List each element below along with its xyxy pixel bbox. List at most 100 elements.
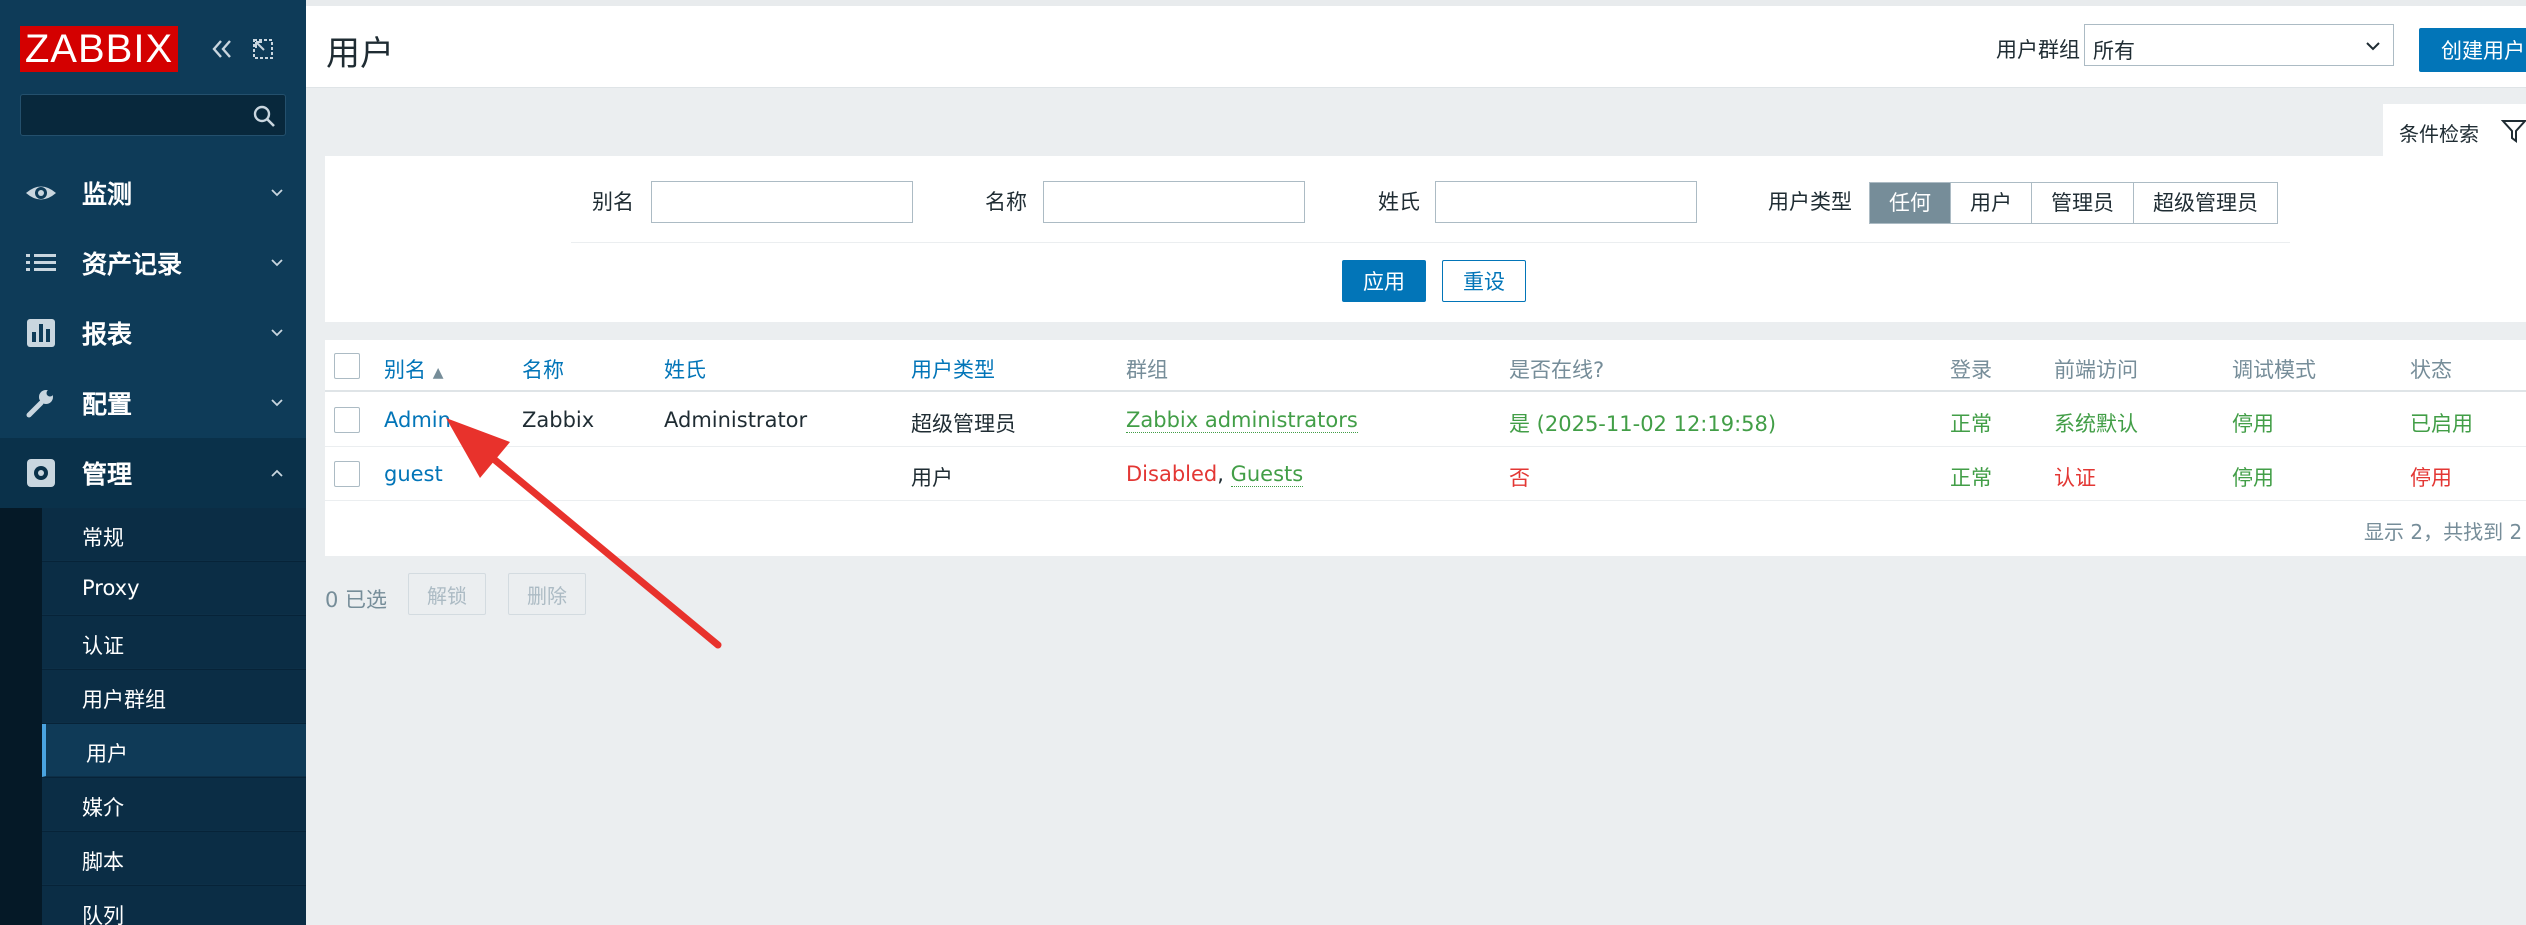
submenu-item-label: 媒介 <box>82 796 124 820</box>
col-status-header: 状态 <box>2410 358 2452 382</box>
user-group-link[interactable]: Zabbix administrators <box>1126 408 1358 433</box>
submenu-item-label: 队列 <box>82 904 124 925</box>
user-type-option-super-admin[interactable]: 超级管理员 <box>2134 183 2277 223</box>
col-type-header[interactable]: 用户类型 <box>911 354 995 384</box>
submenu-item-label: 用户群组 <box>82 688 166 712</box>
submenu-item-scripts[interactable]: 脚本 <box>42 832 306 885</box>
user-alias-link[interactable]: Admin <box>384 408 451 432</box>
submenu-item-media-types[interactable]: 媒介 <box>42 778 306 831</box>
name-filter-input[interactable] <box>1043 181 1305 223</box>
user-groups-cell: Disabled, Guests <box>1126 462 1304 487</box>
submenu-item-label: 认证 <box>82 634 124 658</box>
login-status: 正常 <box>1950 466 1992 490</box>
col-alias-header[interactable]: 别名 ▲ <box>384 354 443 384</box>
user-type-option-user[interactable]: 用户 <box>1951 183 2032 223</box>
table-row: Admin Zabbix Administrator 超级管理员 Zabbix … <box>325 393 2526 447</box>
user-group-select[interactable]: 所有 <box>2084 24 2394 66</box>
delete-button[interactable]: 删除 <box>508 573 586 615</box>
col-login-header: 登录 <box>1950 358 1992 382</box>
row-checkbox[interactable] <box>334 461 360 487</box>
user-status[interactable]: 已启用 <box>2410 408 2473 438</box>
row-checkbox[interactable] <box>334 407 360 433</box>
user-group-link[interactable]: Guests <box>1230 462 1304 487</box>
search-input[interactable] <box>21 95 241 135</box>
debug-mode[interactable]: 停用 <box>2232 408 2274 438</box>
select-all-checkbox[interactable] <box>334 353 360 379</box>
debug-mode[interactable]: 停用 <box>2232 462 2274 492</box>
col-name-header[interactable]: 名称 <box>522 354 564 384</box>
reset-button[interactable]: 重设 <box>1442 260 1526 302</box>
filter-tab[interactable]: 条件检索 <box>2383 104 2526 158</box>
table-summary: 显示 2，共找到 2 <box>2364 520 2523 544</box>
submenu-item-label: 常规 <box>82 526 124 550</box>
menu-item-monitoring[interactable]: 监测 <box>0 158 306 228</box>
col-debug-header: 调试模式 <box>2232 358 2316 382</box>
menu-item-reports[interactable]: 报表 <box>0 298 306 368</box>
submenu-item-users[interactable]: 用户 <box>42 724 306 777</box>
filter-icon <box>2501 120 2526 143</box>
submenu-item-authentication[interactable]: 认证 <box>42 616 306 669</box>
alias-filter-input[interactable] <box>651 181 913 223</box>
chevron-down-icon <box>271 399 283 407</box>
submenu-item-proxy[interactable]: Proxy <box>42 562 306 615</box>
user-type-option-admin[interactable]: 管理员 <box>2032 183 2134 223</box>
menu-item-label: 报表 <box>82 320 133 349</box>
frontend-access[interactable]: 认证 <box>2054 462 2096 492</box>
menu-item-label: 管理 <box>82 460 133 489</box>
kiosk-mode-icon[interactable] <box>250 36 276 62</box>
users-table: 别名 ▲ 名称 姓氏 用户类型 群组 是否在线? 登录 前端访问 调试模式 状态… <box>325 340 2526 556</box>
col-alias-label: 别名 <box>384 358 426 382</box>
eye-icon <box>26 186 56 200</box>
group-separator: , <box>1217 462 1231 486</box>
sidebar-search <box>20 94 286 136</box>
submenu-item-user-groups[interactable]: 用户群组 <box>42 670 306 723</box>
user-status[interactable]: 停用 <box>2410 462 2452 492</box>
collapse-sidebar-icon[interactable] <box>207 34 237 64</box>
user-type-option-any[interactable]: 任何 <box>1870 183 1951 223</box>
chevron-down-icon <box>271 259 283 267</box>
menu-item-administration[interactable]: 管理 <box>0 438 306 508</box>
col-frontend-header: 前端访问 <box>2054 358 2138 382</box>
alias-filter-label: 别名 <box>592 190 634 214</box>
submenu-item-general[interactable]: 常规 <box>42 508 306 561</box>
wrench-icon <box>26 389 54 418</box>
filter-panel: 别名 名称 姓氏 用户类型 任何 用户 管理员 超级管理员 应用 重设 <box>325 156 2526 322</box>
col-surname-header[interactable]: 姓氏 <box>664 354 706 384</box>
surname-filter-label: 姓氏 <box>1378 190 1420 214</box>
col-groups-header: 群组 <box>1126 358 1168 382</box>
user-type-segmented-control: 任何 用户 管理员 超级管理员 <box>1869 182 2278 224</box>
unblock-button[interactable]: 解锁 <box>408 573 486 615</box>
frontend-access[interactable]: 系统默认 <box>2054 408 2138 438</box>
administration-submenu: 常规 Proxy 认证 用户群组 用户 媒介 脚本 队列 <box>0 508 306 925</box>
submenu-item-label: Proxy <box>82 576 140 600</box>
surname-input[interactable] <box>1436 182 1696 222</box>
online-status: 是 (2025-11-02 12:19:58) <box>1509 412 1777 436</box>
menu-item-inventory[interactable]: 资产记录 <box>0 228 306 298</box>
menu-item-label: 资产记录 <box>82 250 183 279</box>
name-input[interactable] <box>1044 182 1304 222</box>
logo-row: ZABBIX <box>0 0 306 100</box>
table-row: guest 用户 Disabled, Guests 否 正常 认证 停用 停用 <box>325 447 2526 501</box>
gear-icon <box>27 459 55 487</box>
user-alias-link[interactable]: guest <box>384 462 443 486</box>
online-status: 否 <box>1509 466 1530 490</box>
alias-input[interactable] <box>652 182 912 222</box>
user-group-label: 用户群组 <box>1996 38 2080 62</box>
search-icon[interactable] <box>251 103 277 129</box>
user-group-select-value: 所有 <box>2093 39 2135 63</box>
surname-filter-input[interactable] <box>1435 181 1697 223</box>
filter-tab-label: 条件检索 <box>2399 122 2479 146</box>
create-user-button[interactable]: 创建用户 <box>2419 28 2526 72</box>
menu-item-label: 配置 <box>82 390 133 419</box>
page-title: 用户 <box>326 34 394 74</box>
chevron-down-icon <box>2366 42 2380 51</box>
user-surname: Administrator <box>664 408 808 432</box>
bar-chart-icon <box>27 319 55 347</box>
user-type-filter-label: 用户类型 <box>1768 190 1852 214</box>
apply-button[interactable]: 应用 <box>1342 260 1426 302</box>
group-disabled-label: Disabled <box>1126 462 1218 486</box>
submenu-item-queue[interactable]: 队列 <box>42 886 306 925</box>
menu-item-configuration[interactable]: 配置 <box>0 368 306 438</box>
sidebar: ZABBIX 监测 资产记录 报表 配置 管理 常规 Proxy 认证 用户群组… <box>0 0 306 925</box>
zabbix-logo[interactable]: ZABBIX <box>20 26 178 72</box>
